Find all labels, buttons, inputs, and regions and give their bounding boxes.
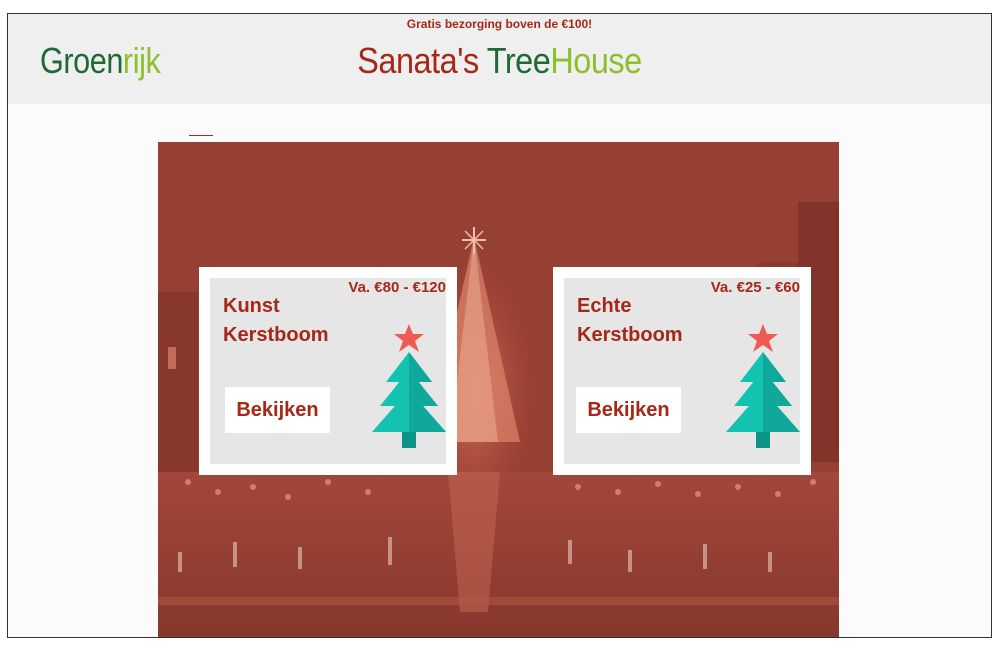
christmas-tree-icon xyxy=(372,324,446,448)
product-name-line-1: Kunst xyxy=(223,295,280,317)
site-header: Gratis bezorging boven de €100! Groenrij… xyxy=(8,14,991,104)
promo-banner: Gratis bezorging boven de €100! xyxy=(406,17,593,31)
product-card-echte-kerstboom[interactable]: Va. €25 - €60 Echte Kerstboom Bekijken xyxy=(553,267,811,475)
product-card-kunst-kerstboom[interactable]: Va. €80 - €120 Kunst Kerstboom Bekijken xyxy=(199,267,457,475)
product-name: Echte Kerstboom xyxy=(577,292,727,350)
site-title-part-2: Tree xyxy=(486,40,551,81)
site-title-part-3: House xyxy=(550,40,642,81)
card-inner: Va. €25 - €60 Echte Kerstboom Bekijken xyxy=(564,278,800,464)
product-name-line-2: Kerstboom xyxy=(223,324,329,346)
card-inner: Va. €80 - €120 Kunst Kerstboom Bekijken xyxy=(210,278,446,464)
site-title: Sanata's TreeHouse xyxy=(57,40,942,82)
product-name: Kunst Kerstboom xyxy=(223,292,373,350)
bekijken-button[interactable]: Bekijken xyxy=(225,387,330,433)
product-name-line-1: Echte xyxy=(577,295,632,317)
product-name-line-2: Kerstboom xyxy=(577,324,683,346)
site-title-part-1: Sanata's xyxy=(357,40,487,81)
hero-banner: Va. €80 - €120 Kunst Kerstboom Bekijken xyxy=(158,142,839,637)
nav-indicator xyxy=(189,135,213,136)
page-frame: Gratis bezorging boven de €100! Groenrij… xyxy=(7,13,992,638)
bekijken-button[interactable]: Bekijken xyxy=(576,387,681,433)
christmas-tree-icon xyxy=(726,324,800,448)
